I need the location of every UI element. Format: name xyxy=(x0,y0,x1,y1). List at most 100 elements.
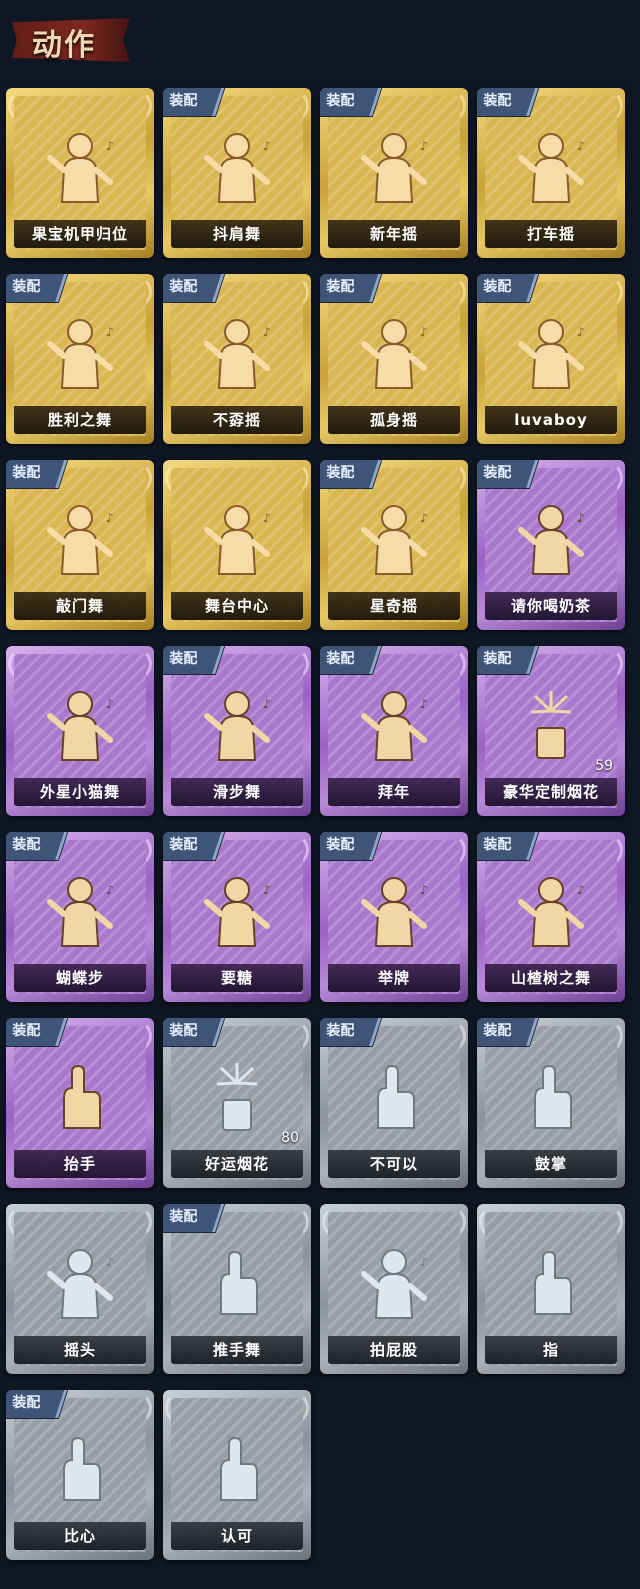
thumbs-up-icon xyxy=(220,1436,258,1501)
alien-cat-dance-pose-icon: ♪ xyxy=(47,691,114,761)
svg-text:♪: ♪ xyxy=(420,883,428,897)
equipped-badge-label: 装配 xyxy=(326,93,355,109)
emote-label: 星奇摇 xyxy=(328,592,460,620)
emote-card[interactable]: ♪ 外星小猫舞 xyxy=(6,646,154,816)
emote-card[interactable]: 80 好运烟花 装配 xyxy=(163,1018,311,1188)
emote-label: 舞台中心 xyxy=(171,592,303,620)
equipped-badge-label: 装配 xyxy=(169,837,198,853)
emote-card[interactable]: ♪ 拍屁股 xyxy=(320,1204,468,1374)
svg-text:♪: ♪ xyxy=(106,697,114,711)
svg-text:♪: ♪ xyxy=(263,511,271,525)
emote-card[interactable]: ♪ 要糖 装配 xyxy=(163,832,311,1002)
victory-dance-pose-icon: ♪ xyxy=(47,319,114,389)
emote-label: 果宝机甲归位 xyxy=(14,220,146,248)
equipped-badge-label: 装配 xyxy=(326,651,355,667)
equipped-badge-label: 装配 xyxy=(483,1023,512,1039)
equipped-badge-label: 装配 xyxy=(326,1023,355,1039)
equipped-badge: 装配 xyxy=(6,1018,68,1046)
hawthorn-dance-pose-icon: ♪ xyxy=(518,877,585,947)
equipped-badge: 装配 xyxy=(320,88,382,116)
svg-text:♪: ♪ xyxy=(263,883,271,897)
equipped-badge: 装配 xyxy=(6,832,68,860)
emote-card[interactable]: 认可 xyxy=(163,1390,311,1560)
equipped-badge-label: 装配 xyxy=(483,93,512,109)
emote-card[interactable]: ♪ 敲门舞 装配 xyxy=(6,460,154,630)
emote-label: luvaboy xyxy=(485,406,617,434)
emote-label: 指 xyxy=(485,1336,617,1364)
equipped-badge-label: 装配 xyxy=(12,465,41,481)
emote-card[interactable]: 推手舞 装配 xyxy=(163,1204,311,1374)
svg-text:♪: ♪ xyxy=(263,325,271,339)
emote-label: 摇头 xyxy=(14,1336,146,1364)
svg-text:♪: ♪ xyxy=(577,511,585,525)
emote-card[interactable]: 比心 装配 xyxy=(6,1390,154,1560)
solo-sway-pose-icon: ♪ xyxy=(361,319,428,389)
emote-card[interactable]: ♪ 胜利之舞 装配 xyxy=(6,274,154,444)
equipped-badge: 装配 xyxy=(163,646,225,674)
equipped-badge-label: 装配 xyxy=(483,651,512,667)
luvaboy-pose-icon: ♪ xyxy=(518,319,585,389)
emote-card[interactable]: ♪ 拜年 装配 xyxy=(320,646,468,816)
equipped-badge: 装配 xyxy=(477,460,539,488)
push-hand-dance-pose-icon xyxy=(220,1250,258,1315)
emote-card[interactable]: 59 豪华定制烟花 装配 xyxy=(477,646,625,816)
equipped-badge: 装配 xyxy=(6,274,68,302)
svg-text:♪: ♪ xyxy=(106,325,114,339)
emote-label: 不可以 xyxy=(328,1150,460,1178)
emote-card[interactable]: 抬手 装配 xyxy=(6,1018,154,1188)
emote-label: 山楂树之舞 xyxy=(485,964,617,992)
emote-label: 蝴蝶步 xyxy=(14,964,146,992)
equipped-badge: 装配 xyxy=(163,274,225,302)
emote-label: 孤身摇 xyxy=(328,406,460,434)
emote-card[interactable]: ♪ 蝴蝶步 装配 xyxy=(6,832,154,1002)
equipped-badge: 装配 xyxy=(320,460,382,488)
equipped-badge: 装配 xyxy=(163,1204,225,1232)
section-title: 动作 xyxy=(32,28,96,63)
emote-card[interactable]: ♪ 星奇摇 装配 xyxy=(320,460,468,630)
knock-dance-pose-icon: ♪ xyxy=(47,505,114,575)
clap-hands-icon xyxy=(534,1064,572,1129)
shake-head-pose-icon: ♪ xyxy=(47,1249,114,1319)
emote-label: 要糖 xyxy=(171,964,303,992)
emote-card[interactable]: ♪ 不孬摇 装配 xyxy=(163,274,311,444)
equipped-badge: 装配 xyxy=(477,1018,539,1046)
emote-card[interactable]: 指 xyxy=(477,1204,625,1374)
svg-text:♪: ♪ xyxy=(577,139,585,153)
equipped-badge: 装配 xyxy=(6,460,68,488)
emote-card[interactable]: 不可以 装配 xyxy=(320,1018,468,1188)
equipped-badge-label: 装配 xyxy=(169,1209,198,1225)
svg-text:♪: ♪ xyxy=(106,139,114,153)
emote-card[interactable]: ♪ 山楂树之舞 装配 xyxy=(477,832,625,1002)
svg-text:♪: ♪ xyxy=(420,697,428,711)
slide-dance-pose-icon: ♪ xyxy=(204,691,271,761)
raise-hand-pose-icon xyxy=(63,1064,101,1129)
emote-label: 拍屁股 xyxy=(328,1336,460,1364)
emote-label: 认可 xyxy=(171,1522,303,1550)
emote-card[interactable]: ♪ 举牌 装配 xyxy=(320,832,468,1002)
emote-card[interactable]: ♪ 孤身摇 装配 xyxy=(320,274,468,444)
svg-text:♪: ♪ xyxy=(263,139,271,153)
equipped-badge: 装配 xyxy=(320,832,382,860)
equipped-badge: 装配 xyxy=(163,1018,225,1046)
pat-butt-pose-icon: ♪ xyxy=(361,1249,428,1319)
emote-card[interactable]: ♪ 舞台中心 xyxy=(163,460,311,630)
emote-card[interactable]: ♪ 摇头 xyxy=(6,1204,154,1374)
emote-card[interactable]: ♪ 果宝机甲归位 xyxy=(6,88,154,258)
equipped-badge-label: 装配 xyxy=(12,1395,41,1411)
emote-card[interactable]: ♪ 滑步舞 装配 xyxy=(163,646,311,816)
section-header: 动作 xyxy=(0,0,640,80)
emote-card[interactable]: ♪ 请你喝奶茶 装配 xyxy=(477,460,625,630)
svg-text:♪: ♪ xyxy=(106,1255,114,1269)
emote-card[interactable]: ♪ luvaboy 装配 xyxy=(477,274,625,444)
star-sway-pose-icon: ♪ xyxy=(361,505,428,575)
emote-card[interactable]: 鼓掌 装配 xyxy=(477,1018,625,1188)
new-year-sway-pose-icon: ♪ xyxy=(361,133,428,203)
equipped-badge: 装配 xyxy=(320,646,382,674)
emote-card[interactable]: ♪ 打车摇 装配 xyxy=(477,88,625,258)
emote-card[interactable]: ♪ 新年摇 装配 xyxy=(320,88,468,258)
emote-label: 豪华定制烟花 xyxy=(485,778,617,806)
point-hand-icon xyxy=(534,1250,572,1315)
emote-label: 新年摇 xyxy=(328,220,460,248)
emote-card[interactable]: ♪ 抖肩舞 装配 xyxy=(163,88,311,258)
hold-sign-pose-icon: ♪ xyxy=(361,877,428,947)
